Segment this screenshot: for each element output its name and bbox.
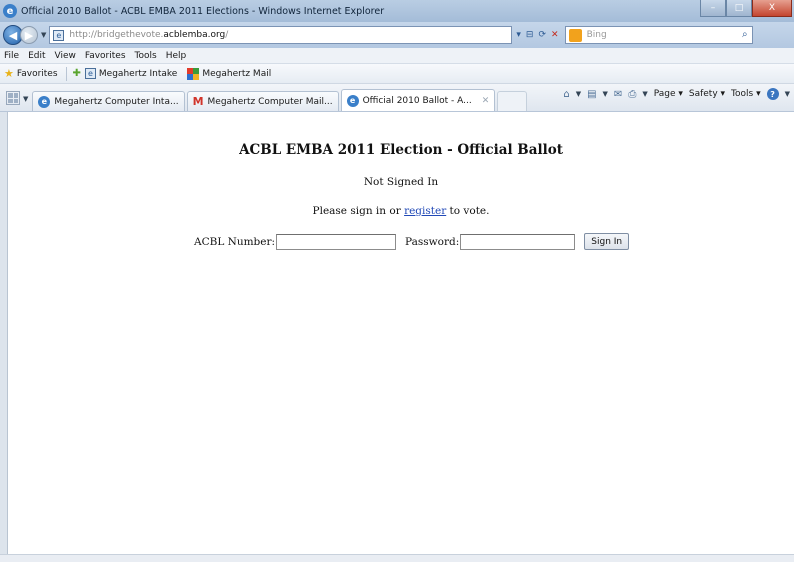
status-bar [0,554,794,562]
help-icon[interactable]: ? [766,88,779,100]
sign-in-status: Not Signed In [363,176,439,188]
register-link[interactable]: register [404,205,446,217]
menu-view[interactable]: View [55,51,76,61]
home-dropdown-icon[interactable]: ▼ [576,90,581,98]
navigation-bar: ◀ ▶ ▼ e http://bridgethevote. acblemba.or… [0,22,794,48]
acbl-number-label: ACBL Number: [194,235,276,248]
login-form: ACBL Number: Password: Sign In [194,233,630,250]
ie-logo-icon: e [3,4,17,18]
help-dropdown-icon[interactable]: ▼ [785,90,790,98]
ie-icon: e [346,94,359,107]
menu-edit[interactable]: Edit [28,51,45,61]
address-tools: ▾ ⊟ ⟳ ✕ [516,30,558,40]
window-title: Official 2010 Ballot - ACBL EMBA 2011 El… [21,5,385,17]
read-mail-icon[interactable]: ✉ [614,89,622,100]
search-box[interactable]: Bing ⌕ [564,26,753,44]
ie-icon: e [38,95,51,108]
print-icon[interactable]: ⎙ [628,89,636,100]
gmail-icon: M [192,95,204,108]
menu-bar: File Edit View Favorites Tools Help [0,48,794,64]
url-suffix: / [225,30,229,40]
window-controls: – □ X [700,0,792,17]
favorites-button[interactable]: Favorites [17,69,58,79]
close-tab-icon[interactable]: ✕ [482,96,490,106]
acbl-number-input[interactable] [276,233,397,250]
quick-tabs-icon[interactable] [6,91,20,105]
search-placeholder: Bing [586,30,607,40]
address-dropdown-icon[interactable]: ▾ [516,30,521,40]
search-icon[interactable]: ⌕ [742,29,748,40]
tab-label: Megahertz Computer Inta... [54,96,179,107]
stop-icon[interactable]: ✕ [551,30,559,40]
command-bar: ⌂ ▼ ▤ ▼ ✉ ⎙ ▼ Page ▾ Safety ▾ Tools ▾ ? … [563,88,790,100]
url-prefix: http://bridgethevote. [69,30,164,40]
menu-favorites[interactable]: Favorites [85,51,126,61]
feeds-icon[interactable]: ▤ [587,89,596,100]
home-icon[interactable]: ⌂ [563,89,569,100]
page-title: ACBL EMBA 2011 Election - Official Ballo… [239,142,563,158]
print-dropdown-icon[interactable]: ▼ [642,90,647,98]
tools-menu[interactable]: Tools ▾ [731,89,761,99]
address-bar[interactable]: e http://bridgethevote. acblemba.org / [49,26,513,44]
recent-pages-dropdown-icon[interactable]: ▼ [41,31,46,39]
refresh-icon[interactable]: ⟳ [538,30,546,40]
tab-megahertz-mail[interactable]: M Megahertz Computer Mail... [186,91,339,111]
sign-in-prompt: Please sign in or register to vote. [8,205,794,217]
page-content: ACBL EMBA 2011 Election - Official Ballo… [8,112,794,554]
close-window-button[interactable]: X [752,0,792,17]
tab-megahertz-intake[interactable]: e Megahertz Computer Inta... [32,91,185,111]
favorite-link-megahertz-mail[interactable]: Megahertz Mail [202,69,271,79]
password-input[interactable] [460,233,576,250]
minimize-button[interactable]: – [700,0,726,17]
compatibility-view-icon[interactable]: ⊟ [526,30,534,40]
page-menu[interactable]: Page ▾ [654,89,683,99]
favorites-bar: ★ Favorites ✚ e Megahertz Intake Megaher… [0,64,794,84]
new-tab-button[interactable] [497,91,528,111]
safety-menu[interactable]: Safety ▾ [689,89,725,99]
prompt-text-before: Please sign in or [312,205,405,217]
menu-help[interactable]: Help [166,51,187,61]
window-title-bar: e Official 2010 Ballot - ACBL EMBA 2011 … [0,0,794,22]
megahertz-logo-icon [187,67,200,80]
tab-label: Megahertz Computer Mail... [207,96,333,107]
password-label: Password: [405,235,460,248]
favorite-link-megahertz-intake[interactable]: Megahertz Intake [99,69,177,79]
prompt-text-after: to vote. [446,205,490,217]
menu-file[interactable]: File [4,51,19,61]
bing-icon [568,28,582,42]
window-left-edge [0,112,8,554]
maximize-button[interactable]: □ [726,0,752,17]
favorites-star-icon[interactable]: ★ [4,67,14,80]
feeds-dropdown-icon[interactable]: ▼ [603,90,608,98]
sign-in-button[interactable]: Sign In [584,233,630,250]
add-to-favorites-bar-icon[interactable]: ✚ [73,68,81,79]
tab-list-dropdown-icon[interactable]: ▼ [23,95,28,103]
separator [65,66,67,81]
ie-page-icon: e [84,68,96,79]
page-icon: e [53,29,65,41]
url-host: acblemba.org [163,30,226,40]
tab-label: Official 2010 Ballot - A... [362,95,472,106]
menu-tools[interactable]: Tools [135,51,157,61]
forward-button[interactable]: ▶ [20,26,38,44]
tab-official-ballot[interactable]: e Official 2010 Ballot - A... ✕ [340,89,496,111]
